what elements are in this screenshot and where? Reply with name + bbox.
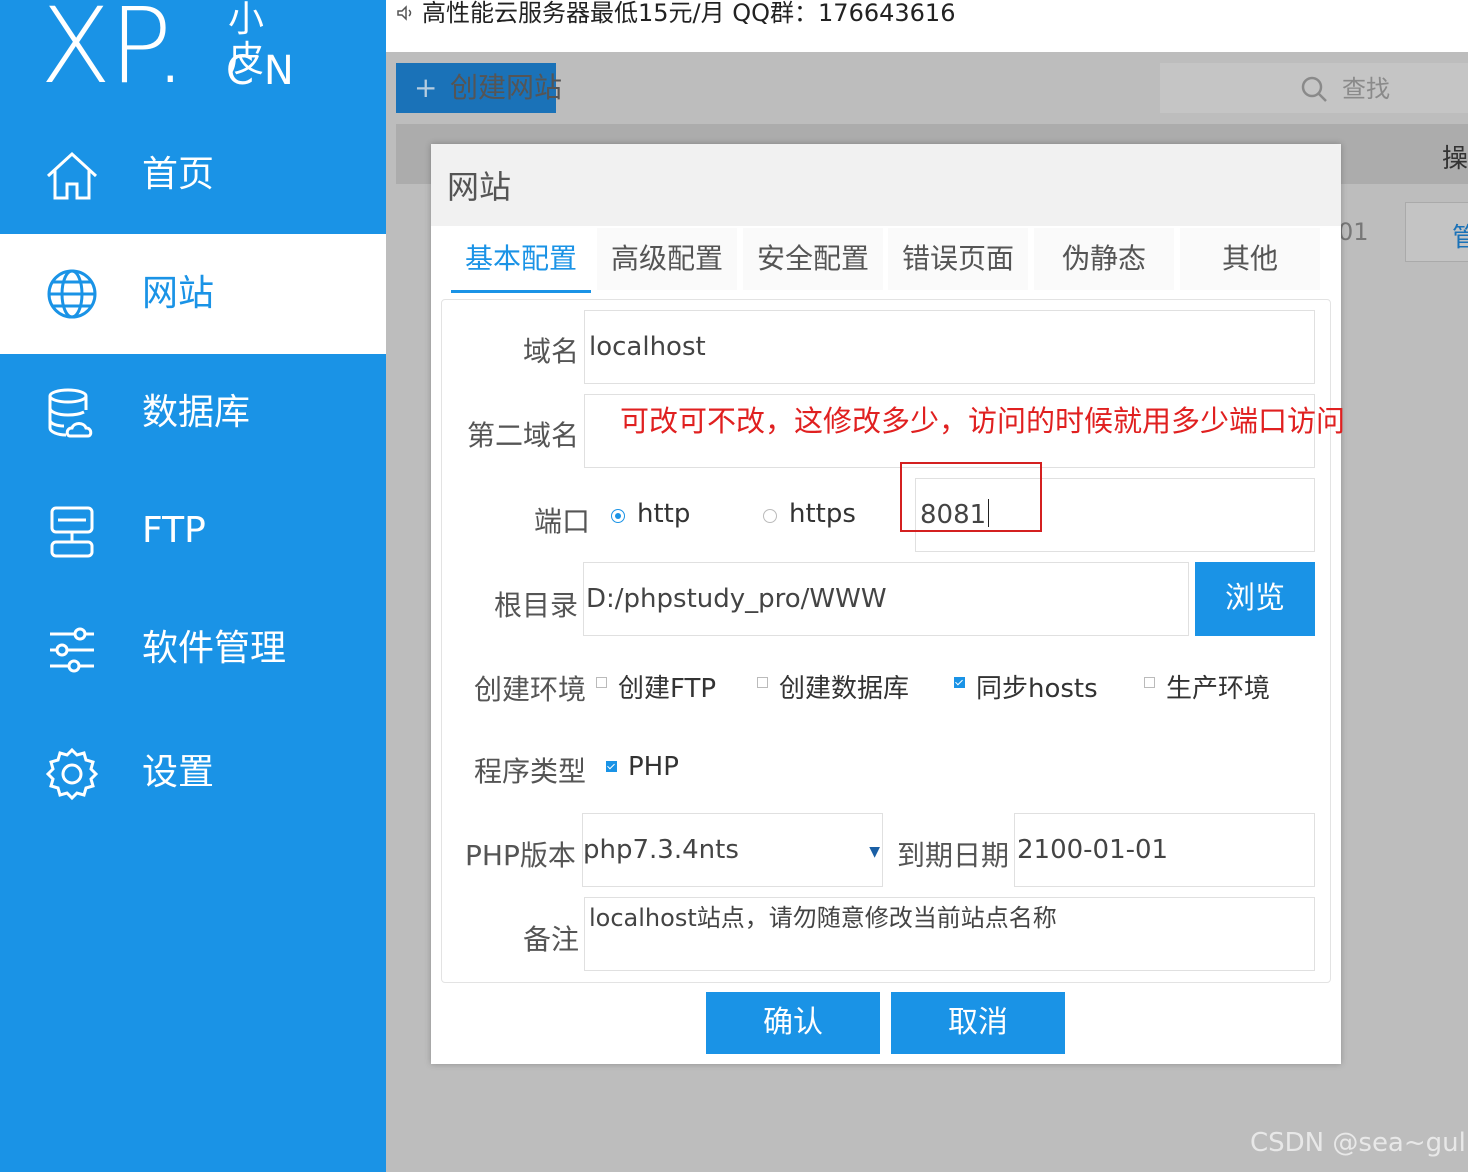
sidebar-item-label: 软件管理 [142,628,287,669]
top-notice-bar: 高性能云服务器最低15元/月 QQ群：176643616 [386,0,1468,52]
domain-label: 域名 [523,335,580,368]
sidebar-item-database[interactable]: 数据库 [0,354,386,472]
logo-main: XP. [40,0,187,107]
column-header-operations: 操 [1441,144,1468,174]
sidebar-item-label: 数据库 [142,392,251,433]
php-version-select[interactable]: php7.3.4nts ▼ [582,813,883,887]
database-icon [48,388,93,438]
create-website-label: 创建网站 [450,71,563,104]
production-env-label[interactable]: 生产环境 [1166,668,1270,705]
sidebar-item-label: 首页 [142,154,215,195]
speaker-icon [397,5,412,21]
manage-button[interactable]: 管 [1405,202,1468,262]
http-radio[interactable] [611,509,625,523]
notice-text[interactable]: 高性能云服务器最低15元/月 QQ群：176643616 [422,0,955,30]
dialog-title: 网站 [447,168,512,206]
dialog-header: 网站 [431,144,1341,226]
sidebar-item-home[interactable]: 首页 [0,116,386,234]
manage-button-label: 管 [1452,223,1468,253]
search-label: 查找 [1342,75,1390,103]
create-ftp-label[interactable]: 创建FTP [618,668,716,705]
sliders-icon [50,627,94,673]
note-label: 备注 [523,923,580,956]
root-dir-value: D:/phpstudy_pro/WWW [586,584,887,614]
domain-value: localhost [589,332,706,362]
dropdown-arrow-icon: ▼ [869,844,880,860]
watermark: CSDN @sea~gull [1250,1128,1468,1158]
sidebar: XP. 小皮 CN 首页 网站 数据库 FTP 软件管理 设置 [0,0,386,1172]
search-icon [1301,76,1327,102]
sync-hosts-checkbox[interactable] [954,677,965,688]
create-ftp-checkbox[interactable] [596,677,607,688]
php-checkbox-label[interactable]: PHP [628,752,679,782]
sidebar-item-ftp[interactable]: FTP [0,472,386,590]
tab-other[interactable]: 其他 [1180,228,1320,290]
table-cell-date: 01 [1338,218,1369,246]
sidebar-item-label: 设置 [142,752,215,793]
confirm-button[interactable]: 确认 [706,992,880,1054]
php-version-value: php7.3.4nts [583,835,739,865]
root-dir-field[interactable]: D:/phpstudy_pro/WWW [583,562,1189,636]
sidebar-item-software[interactable]: 软件管理 [0,590,386,708]
php-version-label: PHP版本 [465,839,576,872]
browse-button[interactable]: 浏览 [1195,562,1315,636]
domain-field[interactable]: localhost [584,310,1315,384]
php-checkbox[interactable] [606,761,617,772]
sidebar-item-label: FTP [142,510,206,551]
dialog-tabs: 基本配置 高级配置 安全配置 错误页面 伪静态 其他 [451,228,1321,293]
program-type-label: 程序类型 [474,755,587,788]
cancel-button[interactable]: 取消 [891,992,1065,1054]
tab-rewrite[interactable]: 伪静态 [1034,228,1174,290]
create-db-label[interactable]: 创建数据库 [779,668,909,705]
gear-icon [45,747,99,801]
port-label: 端口 [534,505,591,538]
create-website-button[interactable]: + 创建网站 [396,63,562,113]
expire-date-field[interactable]: 2100-01-01 [1014,813,1315,887]
root-dir-label: 根目录 [494,589,579,622]
note-textarea[interactable]: localhost站点，请勿随意修改当前站点名称 [584,897,1315,971]
expire-date-label: 到期日期 [897,839,1010,872]
tab-basic[interactable]: 基本配置 [451,228,591,293]
sync-hosts-label[interactable]: 同步hosts [976,668,1098,705]
tab-error-pages[interactable]: 错误页面 [888,228,1028,290]
note-value: localhost站点，请勿随意修改当前站点名称 [589,904,1057,932]
second-domain-label: 第二域名 [467,419,580,452]
https-radio[interactable] [763,509,777,523]
sidebar-item-settings[interactable]: 设置 [0,714,386,832]
search-input[interactable]: 查找 [1160,63,1468,113]
annotation-highlight-box [900,462,1042,532]
sidebar-item-website[interactable]: 网站 [0,234,386,354]
ftp-icon [50,506,94,558]
tab-security[interactable]: 安全配置 [743,228,883,290]
globe-icon [47,269,97,319]
https-radio-label[interactable]: https [789,499,856,529]
expire-date-value: 2100-01-01 [1017,835,1169,865]
tab-advanced[interactable]: 高级配置 [597,228,737,290]
plus-icon: + [414,71,438,104]
logo-bottom: CN [226,48,304,94]
sidebar-item-label: 网站 [142,273,215,314]
create-db-checkbox[interactable] [757,677,768,688]
production-env-checkbox[interactable] [1144,677,1155,688]
annotation-text: 可改可不改，这修改多少，访问的时候就用多少端口访问 [620,404,1346,438]
http-radio-label[interactable]: http [637,499,690,529]
env-label: 创建环境 [474,673,587,706]
home-icon [46,151,98,200]
website-dialog: 网站 基本配置 高级配置 安全配置 错误页面 伪静态 其他 域名 localho… [431,144,1341,1064]
